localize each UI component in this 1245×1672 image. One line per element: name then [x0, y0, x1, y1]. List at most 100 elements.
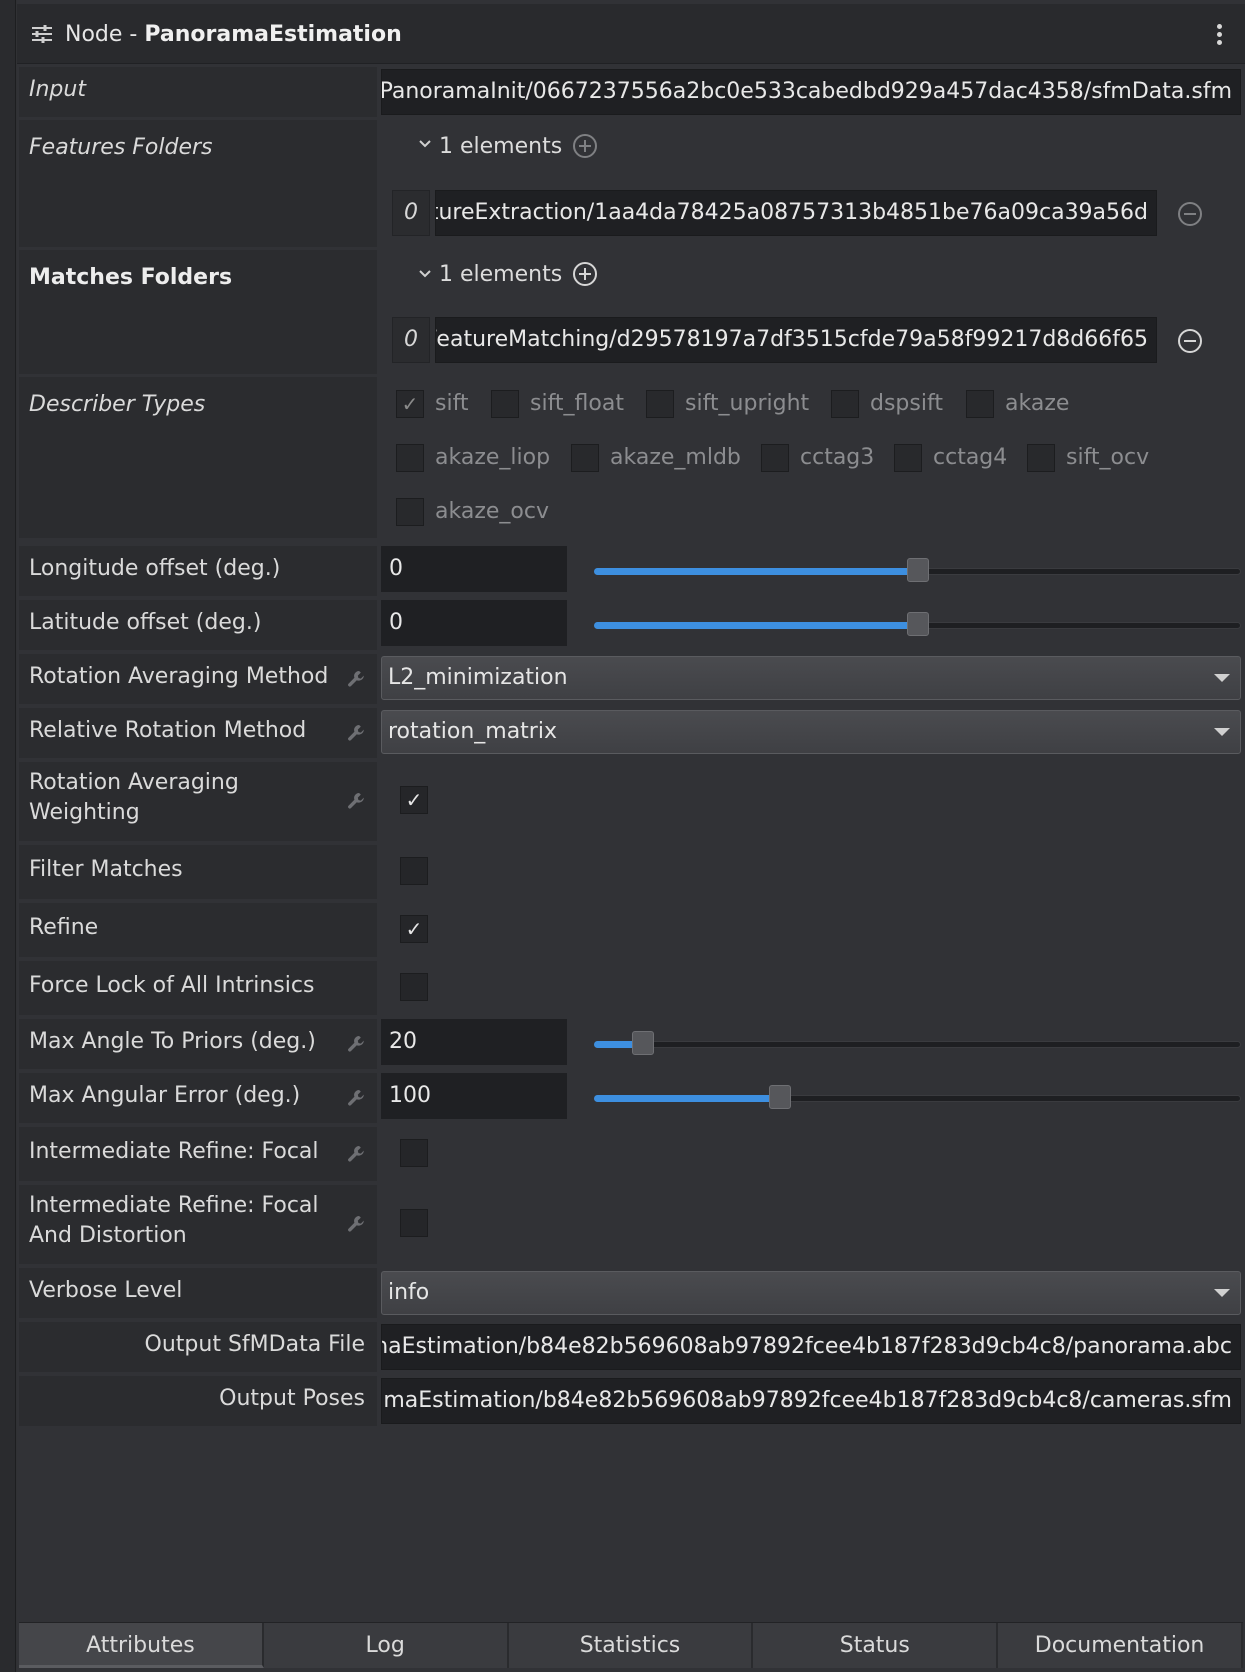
attr-row-longitude-offset: Longitude offset (deg.) 0 [19, 546, 1245, 596]
attr-row-force-lock: Force Lock of All Intrinsics [19, 961, 1245, 1015]
intermediate-refine-focal-checkbox[interactable] [400, 1139, 428, 1167]
max-angle-to-priors-input[interactable]: 20 [381, 1019, 567, 1065]
attr-label: Matches Folders [19, 250, 377, 374]
checkbox-cctag4[interactable] [894, 444, 922, 472]
option-label: akaze_ocv [435, 499, 549, 524]
wrench-icon [348, 725, 364, 741]
attr-label: Force Lock of All Intrinsics [19, 961, 377, 1015]
attr-row-input: Input e/PanoramaInit/0667237556a2bc0e533… [19, 67, 1245, 117]
slider-handle[interactable] [769, 1085, 792, 1109]
dropdown-arrow-icon [1214, 728, 1230, 736]
attr-row-latitude-offset: Latitude offset (deg.) 0 [19, 600, 1245, 650]
output-poses-field[interactable]: ramaEstimation/b84e82b569608ab97892fcee4… [381, 1378, 1241, 1424]
title-prefix: Node - [65, 22, 145, 47]
checkbox-dspsift[interactable] [831, 390, 859, 418]
tab-attributes[interactable]: Attributes [19, 1623, 264, 1668]
attr-label: Output SfMData File [19, 1322, 377, 1372]
add-element-icon[interactable] [572, 133, 598, 159]
attr-label: Rotation Averaging Method [19, 654, 377, 704]
node-name: PanoramaEstimation [144, 22, 402, 47]
attr-row-filter-matches: Filter Matches [19, 845, 1245, 899]
filter-matches-checkbox[interactable] [400, 857, 428, 885]
slider-handle[interactable] [906, 558, 929, 582]
remove-element-icon[interactable] [1177, 201, 1203, 227]
output-sfmdata-field[interactable]: amaEstimation/b84e82b569608ab97892fcee4b… [381, 1324, 1241, 1370]
option-label: akaze [1005, 391, 1070, 416]
bottom-tab-bar: Attributes Log Statistics Status Documen… [19, 1622, 1243, 1668]
features-count: 1 elements [439, 134, 563, 159]
attr-label: Rotation Averaging Weighting [19, 762, 377, 841]
slider-handle[interactable] [906, 612, 929, 636]
remove-element-icon[interactable] [1177, 328, 1203, 354]
refine-checkbox[interactable]: ✓ [400, 915, 428, 943]
longitude-offset-slider[interactable] [594, 558, 1241, 582]
attr-row-output-poses: Output Poses ramaEstimation/b84e82b56960… [19, 1376, 1245, 1426]
option-label: sift_float [530, 391, 624, 416]
attribute-editor-panel: Node - PanoramaEstimation Input e/Panora… [17, 0, 1245, 1672]
rotation-averaging-method-select[interactable]: L2_minimization [381, 656, 1241, 700]
panel-header: Node - PanoramaEstimation [17, 4, 1245, 64]
checkbox-sift-upright[interactable] [646, 390, 674, 418]
attr-label: Max Angle To Priors (deg.) [19, 1019, 377, 1069]
option-label: akaze_liop [435, 445, 551, 470]
element-index: 0 [392, 190, 430, 236]
option-label: akaze_mldb [610, 445, 741, 470]
verbose-level-select[interactable]: info [381, 1271, 1241, 1315]
attr-label: Relative Rotation Method [19, 708, 377, 758]
max-angular-error-slider[interactable] [594, 1085, 1241, 1109]
max-angle-to-priors-slider[interactable] [594, 1031, 1241, 1055]
checkbox-sift-ocv[interactable] [1027, 444, 1055, 472]
wrench-icon [348, 1146, 364, 1162]
checkbox-sift-float[interactable] [491, 390, 519, 418]
checkbox-akaze-liop[interactable] [396, 444, 424, 472]
features-folder-field[interactable]: eatureExtraction/1aa4da78425a08757313b48… [435, 190, 1157, 236]
slider-handle[interactable] [631, 1031, 654, 1055]
attr-row-describer-types: Describer Types ✓ sift sift_float sift_u… [19, 377, 1245, 538]
checkbox-sift[interactable]: ✓ [396, 390, 424, 418]
tune-icon [32, 25, 52, 43]
attr-row-features-folders: Features Folders 1 elements 0 eatureExtr… [19, 120, 1245, 247]
attr-row-relative-rotation-method: Relative Rotation Method rotation_matrix [19, 708, 1245, 758]
slider-fill [594, 1095, 781, 1102]
checkbox-akaze-ocv[interactable] [396, 498, 424, 526]
attr-row-intermediate-refine-focal-distortion: Intermediate Refine: Focal And Distortion [19, 1185, 1245, 1264]
attr-label: Describer Types [19, 377, 377, 538]
force-lock-checkbox[interactable] [400, 973, 428, 1001]
element-index: 0 [392, 317, 430, 363]
more-vert-icon[interactable] [1217, 24, 1223, 46]
attr-row-refine: Refine ✓ [19, 903, 1245, 957]
tab-statistics[interactable]: Statistics [508, 1623, 754, 1668]
dropdown-arrow-icon [1214, 674, 1230, 682]
chevron-down-icon[interactable] [419, 140, 431, 148]
tab-documentation[interactable]: Documentation [998, 1623, 1243, 1668]
attr-label: Features Folders [19, 120, 377, 247]
left-dock-strip [0, 0, 16, 1672]
checkbox-akaze[interactable] [966, 390, 994, 418]
chevron-down-icon[interactable] [419, 270, 431, 278]
checkbox-cctag3[interactable] [761, 444, 789, 472]
option-label: dspsift [870, 391, 943, 416]
latitude-offset-slider[interactable] [594, 612, 1241, 636]
option-label: cctag3 [800, 445, 875, 470]
attr-label: Refine [19, 903, 377, 957]
matches-folder-field[interactable]: /FeatureMatching/d29578197a7df3515cfde79… [435, 317, 1157, 363]
rotation-averaging-weighting-checkbox[interactable]: ✓ [400, 786, 428, 814]
relative-rotation-method-select[interactable]: rotation_matrix [381, 710, 1241, 754]
attr-row-verbose-level: Verbose Level info [19, 1268, 1245, 1318]
tab-log[interactable]: Log [263, 1623, 509, 1668]
wrench-icon [348, 793, 364, 809]
max-angular-error-input[interactable]: 100 [381, 1073, 567, 1119]
input-path-field[interactable]: e/PanoramaInit/0667237556a2bc0e533cabedb… [381, 69, 1241, 115]
attr-label: Intermediate Refine: Focal [19, 1127, 377, 1181]
latitude-offset-input[interactable]: 0 [381, 600, 567, 646]
checkbox-akaze-mldb[interactable] [571, 444, 599, 472]
intermediate-refine-focal-distortion-checkbox[interactable] [400, 1209, 428, 1237]
attr-label: Latitude offset (deg.) [19, 600, 377, 650]
longitude-offset-input[interactable]: 0 [381, 546, 567, 592]
wrench-icon [348, 1036, 364, 1052]
tab-status[interactable]: Status [753, 1623, 999, 1668]
add-element-icon[interactable] [572, 261, 598, 287]
attr-label: Longitude offset (deg.) [19, 546, 377, 596]
attr-row-rotation-averaging-method: Rotation Averaging Method L2_minimizatio… [19, 654, 1245, 704]
wrench-icon [348, 671, 364, 687]
